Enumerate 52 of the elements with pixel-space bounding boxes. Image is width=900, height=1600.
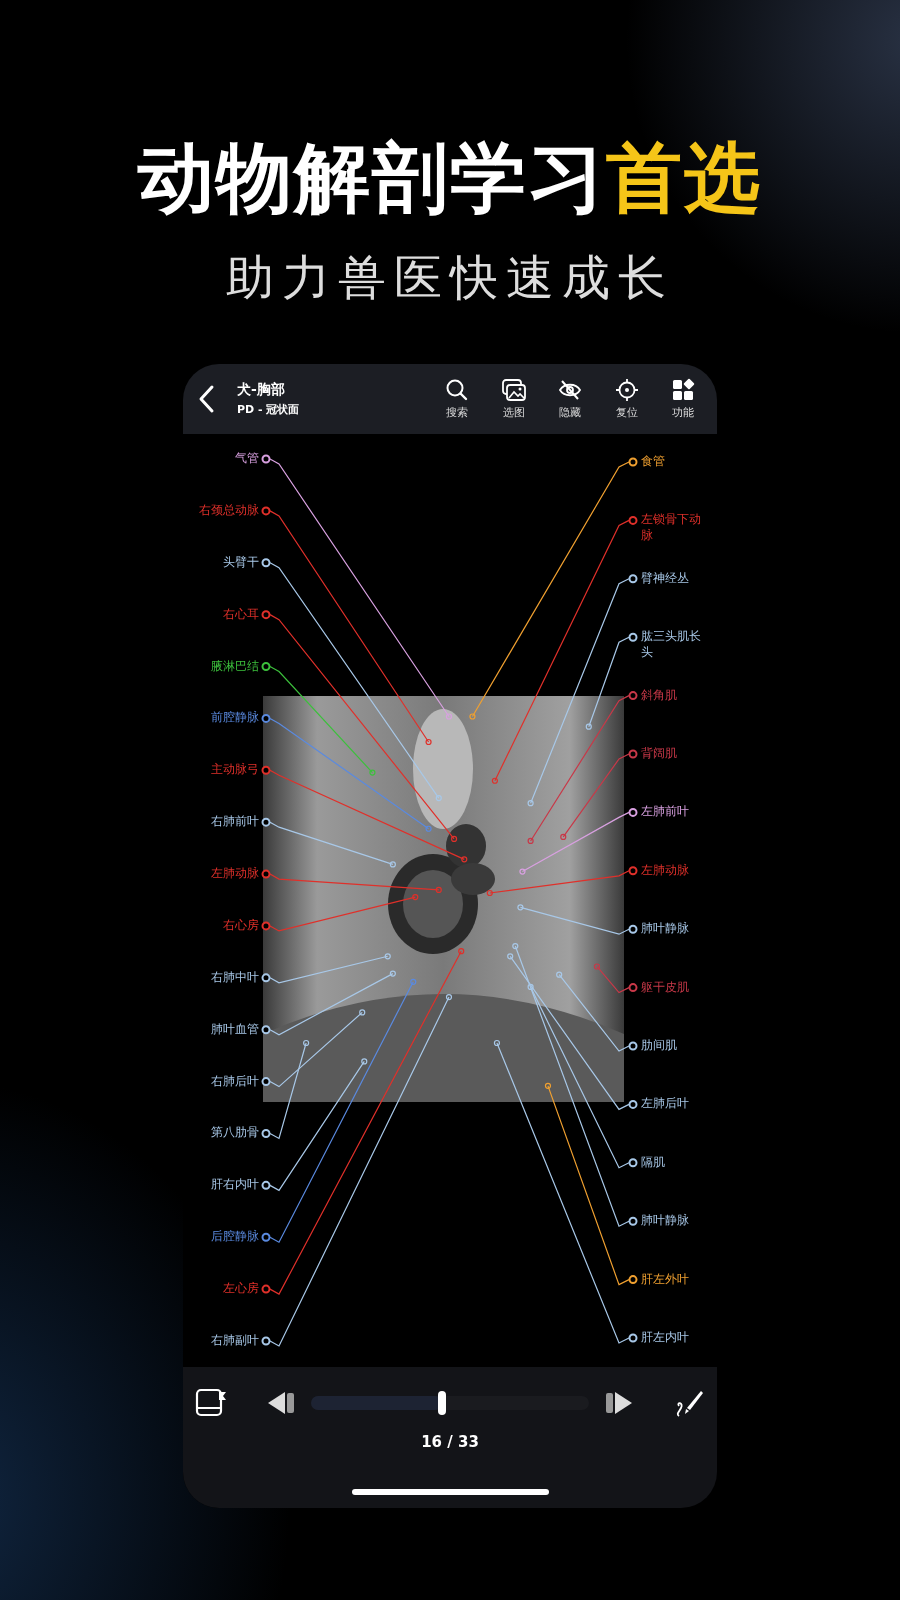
anatomy-label[interactable]: 左肺动脉 — [211, 865, 259, 882]
anatomy-label[interactable]: 肺叶静脉 — [641, 1212, 707, 1229]
anatomy-label[interactable]: 右肺副叶 — [211, 1332, 259, 1348]
view-title: 犬-胸部 — [237, 381, 286, 399]
toolbar-button[interactable]: 隐藏 — [550, 378, 590, 420]
toolbar-button[interactable]: 选图 — [493, 378, 534, 420]
anatomy-label[interactable]: 第八肋骨 — [211, 1124, 259, 1141]
anatomy-label[interactable]: 肺叶静脉 — [641, 920, 707, 937]
anatomy-label[interactable]: 右心耳 — [223, 605, 259, 622]
anatomy-label[interactable]: 头臂干 — [223, 553, 259, 570]
anatomy-label[interactable]: 肺叶血管 — [211, 1020, 259, 1037]
anatomy-label[interactable]: 斜角肌 — [641, 686, 707, 703]
anatomy-label[interactable]: 左肺动脉 — [641, 861, 707, 878]
toolbar-button[interactable]: 搜索 — [437, 378, 477, 420]
anatomy-label[interactable]: 右心房 — [223, 916, 259, 933]
toolbar-button[interactable]: 功能 — [663, 378, 703, 420]
crosshair-icon — [614, 378, 639, 402]
anatomy-label[interactable]: 臂神经丛 — [641, 569, 707, 586]
hidden-eye-icon — [558, 378, 582, 402]
search-icon — [445, 378, 469, 402]
anatomy-label[interactable]: 肱三头肌长头 — [641, 628, 707, 661]
anatomy-label[interactable]: 左锁骨下动脉 — [641, 511, 707, 544]
anatomy-label[interactable]: 肝左内叶 — [641, 1329, 707, 1345]
slider-thumb[interactable] — [437, 1391, 446, 1415]
images-icon — [500, 378, 527, 402]
anatomy-label[interactable]: 右肺中叶 — [211, 968, 259, 985]
headline: 动物解剖学习首选 — [138, 140, 762, 216]
anatomy-label[interactable]: 腋淋巴结 — [211, 657, 259, 674]
anatomy-label[interactable]: 右肺前叶 — [211, 813, 259, 830]
anatomy-label[interactable]: 右肺后叶 — [211, 1072, 259, 1089]
anatomy-label[interactable]: 前腔静脉 — [211, 709, 259, 726]
anatomy-label[interactable]: 右颈总动脉 — [199, 501, 259, 518]
anatomy-label[interactable]: 肝右内叶 — [211, 1176, 259, 1193]
anatomy-label[interactable]: 左肺前叶 — [641, 803, 707, 820]
anatomy-label[interactable]: 肋间肌 — [641, 1037, 707, 1053]
grid-icon — [671, 378, 695, 402]
anatomy-label[interactable]: 食管 — [641, 453, 707, 469]
toolbar-button[interactable]: 复位 — [606, 378, 647, 420]
slice-slider[interactable] — [311, 1391, 589, 1415]
view-subtitle: PD - 冠状面 — [237, 402, 301, 417]
anatomy-label[interactable]: 隔肌 — [641, 1153, 707, 1170]
anatomy-label[interactable]: 气管 — [235, 450, 259, 466]
anatomy-label[interactable]: 躯干皮肌 — [641, 978, 707, 995]
anatomy-label[interactable]: 左肺后叶 — [641, 1095, 707, 1112]
anatomy-label[interactable]: 背阔肌 — [641, 745, 707, 761]
anatomy-label[interactable]: 肝左外叶 — [641, 1270, 707, 1287]
anatomy-label[interactable]: 主动脉弓 — [211, 761, 259, 778]
anatomy-label[interactable]: 后腔静脉 — [211, 1228, 259, 1245]
slice-counter: 16 / 33 — [421, 1433, 479, 1451]
anatomy-label[interactable]: 左心房 — [223, 1280, 259, 1297]
back-icon — [197, 384, 215, 414]
subtitle: 助力兽医快速成长 — [226, 253, 674, 301]
